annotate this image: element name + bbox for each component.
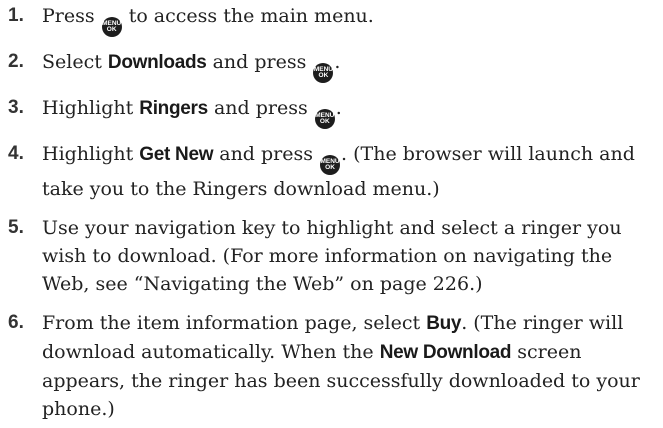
step-text: Select xyxy=(42,51,108,73)
menu-option-downloads: Downloads xyxy=(107,52,207,73)
step-number: 4. xyxy=(8,143,24,164)
step-text: and press xyxy=(213,143,320,165)
step-text: Highlight xyxy=(42,97,140,119)
step-text: From the item information page, select xyxy=(42,312,427,334)
step-text: Highlight xyxy=(42,143,140,165)
step-number: 3. xyxy=(8,97,24,118)
screen-name-new-download: New Download xyxy=(379,342,512,363)
step-2: 2. Select Downloads and press MENU OK. xyxy=(0,48,663,83)
menu-ok-key-icon: MENU OK xyxy=(313,63,334,83)
step-number: 5. xyxy=(8,217,24,238)
instruction-list: 1. Press MENU OK to access the main menu.… xyxy=(0,2,663,423)
menu-option-get-new: Get New xyxy=(139,144,214,165)
step-text: Use your navigation key to highlight and… xyxy=(42,217,622,295)
step-text: to access the main menu. xyxy=(122,5,374,27)
step-1: 1. Press MENU OK to access the main menu. xyxy=(0,2,663,37)
menu-ok-key-icon: MENU OK xyxy=(320,155,341,175)
step-text: . xyxy=(334,51,341,73)
step-number: 6. xyxy=(8,312,24,333)
step-text: . xyxy=(335,97,342,119)
step-4: 4. Highlight Get New and press MENU OK. (… xyxy=(0,140,663,203)
step-text: Press xyxy=(42,5,101,27)
menu-option-buy: Buy xyxy=(426,313,462,334)
step-3: 3. Highlight Ringers and press MENU OK. xyxy=(0,94,663,129)
step-number: 1. xyxy=(8,5,24,26)
menu-ok-key-icon: MENU OK xyxy=(314,109,335,129)
step-text: and press xyxy=(207,97,314,119)
step-5: 5. Use your navigation key to highlight … xyxy=(0,214,663,298)
menu-option-ringers: Ringers xyxy=(139,98,208,119)
menu-ok-key-icon: MENU OK xyxy=(101,17,122,37)
step-6: 6. From the item information page, selec… xyxy=(0,309,663,423)
step-text: and press xyxy=(206,51,313,73)
step-number: 2. xyxy=(8,51,24,72)
